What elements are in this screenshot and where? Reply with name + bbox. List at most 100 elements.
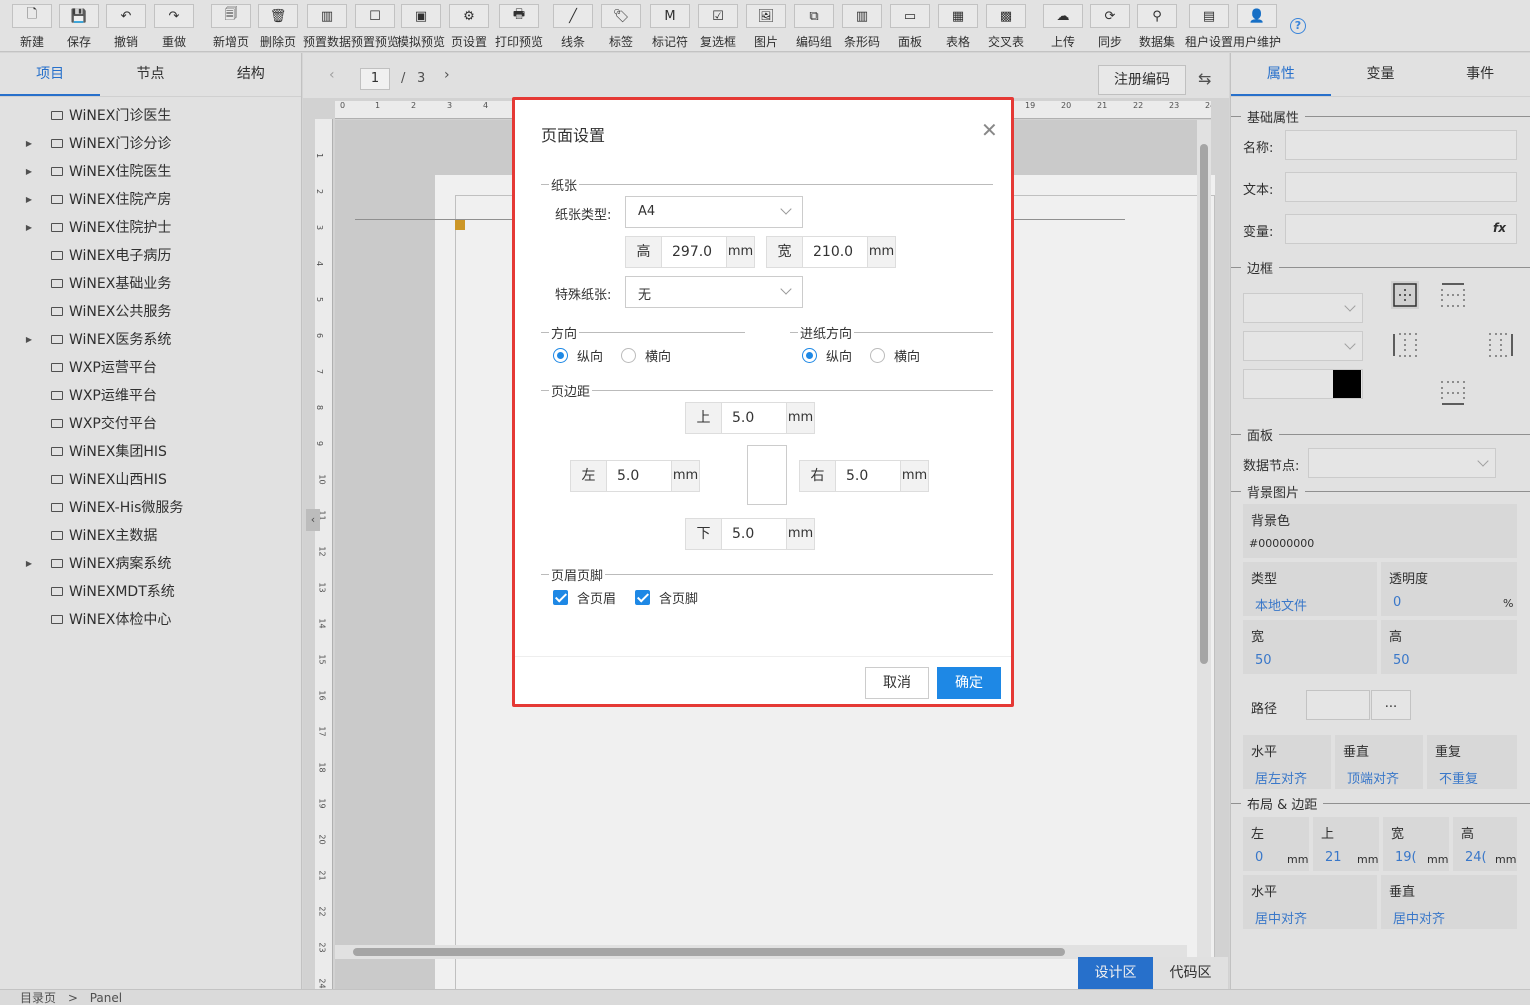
bg-valign-value[interactable]: 顶端对齐 xyxy=(1347,768,1399,787)
tab-properties[interactable]: 属性 xyxy=(1231,53,1331,96)
toolbar-simulate-preview-button[interactable]: ▣ 模拟预览 xyxy=(397,4,445,50)
design-mode-tab[interactable]: 设计区 xyxy=(1078,957,1153,989)
bg-valign-cell[interactable]: 垂直 顶端对齐 xyxy=(1335,735,1423,789)
browse-path-button[interactable]: ... xyxy=(1371,690,1411,720)
bg-opacity-value[interactable]: 0 xyxy=(1393,595,1401,610)
toolbar-new-file-button[interactable]: 🗋 新建 xyxy=(12,4,52,50)
toolbar-user-maintenance-button[interactable]: 👤 用户维护 xyxy=(1233,4,1281,50)
border-right-icon[interactable] xyxy=(1487,331,1515,359)
toolbar-dataset-button[interactable]: ⚲ 数据集 xyxy=(1137,4,1177,50)
prev-page-button[interactable]: ‹ xyxy=(329,67,335,83)
text-input[interactable] xyxy=(1285,172,1517,202)
toolbar-delete-page-button[interactable]: 🗑 删除页 xyxy=(258,4,298,50)
vertical-scroll-thumb[interactable] xyxy=(1200,144,1208,664)
margin-bottom-input[interactable]: 5.0 xyxy=(722,519,786,549)
layout-width-value[interactable]: 19( xyxy=(1395,850,1417,865)
bg-width-value[interactable]: 50 xyxy=(1255,653,1272,668)
toolbar-table-button[interactable]: ▦ 表格 xyxy=(938,4,978,50)
tree-item[interactable]: WiNEX山西HIS xyxy=(0,465,300,493)
tree-item[interactable]: WiNEX体检中心 xyxy=(0,605,300,633)
bg-color-cell[interactable]: 背景色 #00000000 xyxy=(1243,504,1517,558)
bg-height-cell[interactable]: 高 50 xyxy=(1381,620,1517,674)
paper-width-input[interactable]: 210.0 xyxy=(803,237,867,267)
horizontal-scroll-thumb[interactable] xyxy=(353,948,1065,956)
tree-item[interactable]: ▶ WiNEX医务系统 xyxy=(0,325,300,353)
expand-arrow-icon[interactable]: ▶ xyxy=(24,195,34,204)
code-mode-tab[interactable]: 代码区 xyxy=(1153,957,1228,989)
layout-height-cell[interactable]: 高 24( mm xyxy=(1453,817,1517,871)
margin-left-input[interactable]: 5.0 xyxy=(607,461,671,491)
tree-item[interactable]: ▶ WiNEX住院护士 xyxy=(0,213,300,241)
special-paper-select[interactable]: 无 xyxy=(625,276,803,308)
path-input[interactable] xyxy=(1306,690,1370,720)
tree-item[interactable]: WiNEX电子病历 xyxy=(0,241,300,269)
margin-right-field[interactable]: 右 5.0 mm xyxy=(799,460,929,492)
tree-item[interactable]: WiNEX基础业务 xyxy=(0,269,300,297)
toolbar-image-button[interactable]: 🖼 图片 xyxy=(746,4,786,50)
tree-item[interactable]: ▶ WiNEX住院产房 xyxy=(0,185,300,213)
layout-top-cell[interactable]: 上 21 mm xyxy=(1313,817,1379,871)
variable-input[interactable]: fx xyxy=(1285,214,1517,244)
bg-color-value[interactable]: #00000000 xyxy=(1249,537,1314,550)
orientation-landscape-radio[interactable]: 横向 xyxy=(621,346,671,365)
layout-halign-value[interactable]: 居中对齐 xyxy=(1255,908,1307,927)
breadcrumb-root[interactable]: 目录页 xyxy=(20,991,56,1005)
toolbar-redo-button[interactable]: ↷ 重做 xyxy=(154,4,194,50)
expand-arrow-icon[interactable]: ▶ xyxy=(24,167,34,176)
toolbar-code-group-button[interactable]: ⧉ 编码组 xyxy=(794,4,834,50)
bg-width-cell[interactable]: 宽 50 xyxy=(1243,620,1377,674)
confirm-button[interactable]: 确定 xyxy=(937,667,1001,699)
tree-item[interactable]: WiNEX主数据 xyxy=(0,521,300,549)
layout-valign-value[interactable]: 居中对齐 xyxy=(1393,908,1445,927)
toolbar-upload-button[interactable]: ☁ 上传 xyxy=(1043,4,1083,50)
layout-width-cell[interactable]: 宽 19( mm xyxy=(1383,817,1449,871)
toolbar-barcode-button[interactable]: ▥ 条形码 xyxy=(842,4,882,50)
bg-type-cell[interactable]: 类型 本地文件 xyxy=(1243,562,1377,616)
bg-type-value[interactable]: 本地文件 xyxy=(1255,595,1307,614)
swap-icon[interactable]: ⇆ xyxy=(1198,69,1211,88)
border-top-icon[interactable] xyxy=(1439,281,1467,309)
margin-right-input[interactable]: 5.0 xyxy=(836,461,900,491)
border-left-icon[interactable] xyxy=(1391,331,1419,359)
expand-arrow-icon[interactable]: ▶ xyxy=(24,335,34,344)
has-header-checkbox[interactable]: 含页眉 xyxy=(553,588,616,607)
close-icon[interactable]: ✕ xyxy=(981,120,998,140)
border-color-swatch[interactable] xyxy=(1333,370,1361,398)
help-icon[interactable]: ? xyxy=(1290,18,1306,34)
toolbar-undo-button[interactable]: ↶ 撤销 xyxy=(106,4,146,50)
toolbar-print-preview-button[interactable]: 🖶 打印预览 xyxy=(495,4,543,50)
paper-width-field[interactable]: 宽 210.0 mm xyxy=(766,236,896,268)
bg-halign-cell[interactable]: 水平 居左对齐 xyxy=(1243,735,1331,789)
next-page-button[interactable]: › xyxy=(444,67,450,83)
tab-project[interactable]: 项目 xyxy=(0,53,101,96)
toolbar-marker-button[interactable]: M 标记符 xyxy=(650,4,690,50)
toolbar-add-page-button[interactable]: 🗐 新增页 xyxy=(211,4,251,50)
collapse-left-panel-button[interactable]: ‹ xyxy=(306,509,320,531)
border-width-select[interactable] xyxy=(1243,331,1363,361)
tree-item[interactable]: WiNEX门诊医生 xyxy=(0,101,300,129)
tree-item[interactable]: WXP交付平台 xyxy=(0,409,300,437)
layout-top-value[interactable]: 21 xyxy=(1325,850,1342,865)
data-node-select[interactable] xyxy=(1308,448,1496,478)
layout-height-value[interactable]: 24( xyxy=(1465,850,1487,865)
tree-item[interactable]: ▶ WiNEX门诊分诊 xyxy=(0,129,300,157)
bg-repeat-value[interactable]: 不重复 xyxy=(1439,768,1478,787)
toolbar-preset-preview-button[interactable]: ☐ 预置预览 xyxy=(351,4,399,50)
expand-arrow-icon[interactable]: ▶ xyxy=(24,139,34,148)
page-number-input[interactable]: 1 xyxy=(360,68,390,90)
paper-type-select[interactable]: A4 xyxy=(625,196,803,228)
tab-nodes[interactable]: 节点 xyxy=(100,53,200,96)
layout-left-value[interactable]: 0 xyxy=(1255,850,1263,865)
expand-arrow-icon[interactable]: ▶ xyxy=(24,223,34,232)
layout-left-cell[interactable]: 左 0 mm xyxy=(1243,817,1309,871)
tab-variables[interactable]: 变量 xyxy=(1331,53,1431,96)
border-bottom-icon[interactable] xyxy=(1439,379,1467,407)
tree-item[interactable]: ▶ WiNEX病案系统 xyxy=(0,549,300,577)
bg-repeat-cell[interactable]: 重复 不重复 xyxy=(1427,735,1517,789)
layout-valign-cell[interactable]: 垂直 居中对齐 xyxy=(1381,875,1517,929)
tab-structure[interactable]: 结构 xyxy=(201,53,301,96)
element-anchor-handle[interactable] xyxy=(455,220,465,230)
tree-item[interactable]: WiNEX集团HIS xyxy=(0,437,300,465)
bg-height-value[interactable]: 50 xyxy=(1393,653,1410,668)
orientation-portrait-radio[interactable]: 纵向 xyxy=(553,346,603,365)
